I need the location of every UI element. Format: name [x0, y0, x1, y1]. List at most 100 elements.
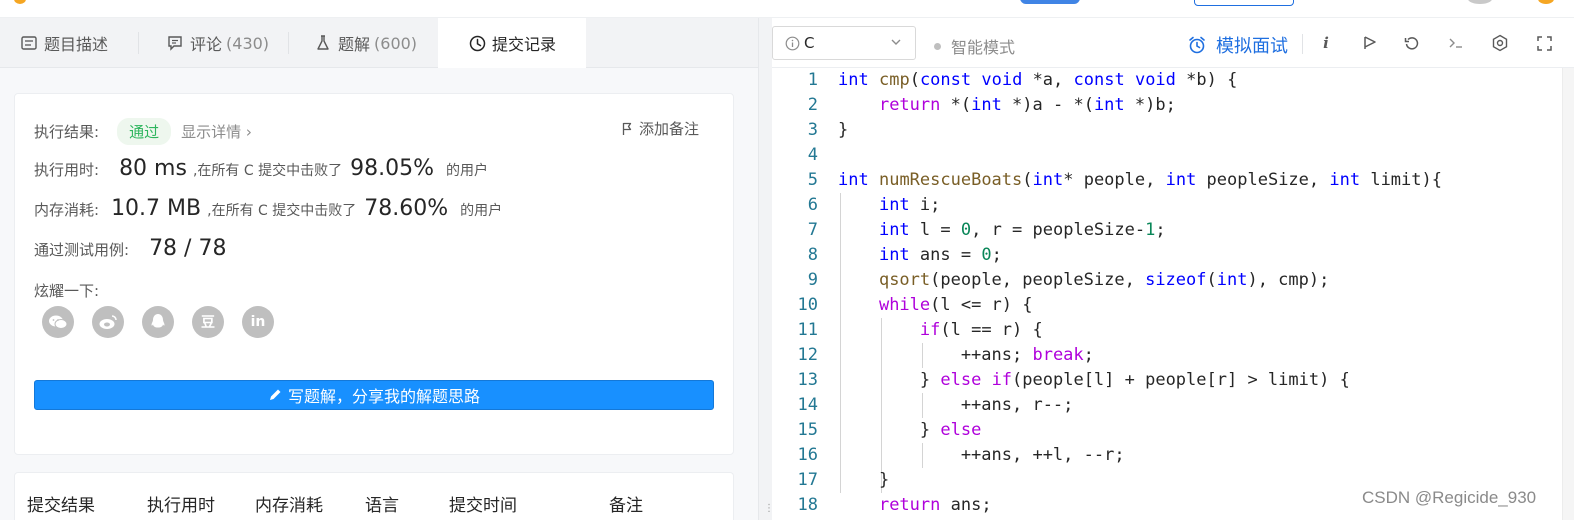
linkedin-glyph: in: [250, 314, 266, 330]
wechat-icon[interactable]: [42, 306, 74, 338]
tab-comments-label: 评论: [190, 35, 223, 54]
toolbar-separator: [1302, 34, 1303, 54]
reset-icon[interactable]: [1402, 33, 1422, 53]
fullscreen-icon[interactable]: [1534, 33, 1554, 53]
csdn-watermark: CSDN @Regicide_930: [1362, 488, 1537, 507]
code-line: 16 ++ans, ++l, --r;: [772, 443, 1562, 468]
panel-resize-handle[interactable]: ⋮: [758, 18, 774, 520]
code-text: int i;: [878, 195, 941, 215]
code-text: if(l == r) {: [919, 320, 1043, 340]
tests-label: 通过测试用例:: [34, 241, 130, 259]
runtime-percent: 98.05%: [350, 156, 434, 181]
code-line: 7 int l = 0, r = peopleSize-1;: [772, 218, 1562, 243]
pencil-icon: [268, 388, 282, 402]
tab-bar: 题目描述 评论 (430) 题解 (600) 提交记录: [0, 18, 758, 68]
code-text: return *(int *)a - *(int *)b;: [878, 95, 1176, 115]
tests-row: 通过测试用例: 78 / 78: [34, 236, 226, 261]
tab-comments[interactable]: 评论 (430): [146, 18, 288, 68]
line-number: 5: [807, 170, 818, 190]
linkedin-icon[interactable]: in: [242, 306, 274, 338]
terminal-icon[interactable]: [1446, 33, 1466, 53]
code-text: int cmp(const void *a, const void *b) {: [838, 70, 1238, 90]
line-number: 17: [797, 470, 818, 490]
col-result[interactable]: 提交结果: [27, 491, 95, 516]
col-language[interactable]: 语言: [365, 491, 399, 516]
line-number: 10: [797, 295, 818, 315]
code-line: 12 ++ans; break;: [772, 343, 1562, 368]
submissions-table-header: 提交结果 执行用时 内存消耗 语言 提交时间 备注: [14, 472, 734, 520]
code-text: ++ans, ++l, --r;: [838, 445, 1125, 465]
line-number: 2: [807, 95, 818, 115]
code-text: ++ans, r--;: [838, 395, 1074, 415]
editor-panel: C 智能模式 模拟面试 i 1 int cmp(const void *a, c…: [772, 18, 1574, 520]
smart-mode-dot: [934, 42, 941, 50]
language-select[interactable]: C: [772, 26, 916, 60]
weibo-icon[interactable]: [92, 306, 124, 338]
editor-scrollbar[interactable]: [1562, 68, 1574, 520]
add-note-button[interactable]: 添加备注: [622, 118, 699, 139]
top-blue-shape: [1020, 0, 1080, 4]
top-orange-dot: [14, 0, 26, 4]
settings-icon[interactable]: [1490, 33, 1510, 53]
runtime-beat-text: ,在所有 C 提交中击败了: [192, 163, 343, 179]
tests-value: 78 / 78: [149, 236, 227, 261]
line-number: 3: [807, 120, 818, 140]
share-buttons: 豆 in: [42, 306, 292, 338]
code-line: 9 qsort(people, peopleSize, sizeof(int),…: [772, 268, 1562, 293]
code-line: 8 int ans = 0;: [772, 243, 1562, 268]
tab-solutions[interactable]: 题解 (600): [294, 18, 438, 68]
write-solution-label: 写题解，分享我的解题思路: [287, 387, 480, 406]
line-number: 15: [797, 420, 818, 440]
code-line: 10 while(l <= r) {: [772, 293, 1562, 318]
line-number: 9: [807, 270, 818, 290]
code-text: } else if(people[l] + people[r] > limit)…: [838, 370, 1350, 390]
code-line: 13 } else if(people[l] + people[r] > lim…: [772, 368, 1562, 393]
line-number: 4: [807, 145, 818, 165]
col-runtime[interactable]: 执行用时: [147, 491, 215, 516]
col-memory[interactable]: 内存消耗: [255, 491, 323, 516]
smart-mode-toggle[interactable]: 智能模式: [934, 34, 1015, 58]
show-details-link[interactable]: 显示详情 ›: [181, 121, 252, 142]
top-gray-shape: [1468, 0, 1492, 4]
line-number: 12: [797, 345, 818, 365]
info-icon: [785, 36, 800, 51]
code-text: qsort(people, peopleSize, sizeof(int), c…: [878, 270, 1330, 290]
runtime-row: 执行用时: 80 ms ,在所有 C 提交中击败了 98.05% 的用户: [34, 156, 488, 181]
code-text: } else: [838, 420, 982, 440]
code-line: 11 if(l == r) {: [772, 318, 1562, 343]
code-text: int l = 0, r = peopleSize-1;: [878, 220, 1166, 240]
mock-interview-button[interactable]: 模拟面试: [1188, 32, 1288, 58]
douban-icon[interactable]: 豆: [192, 306, 224, 338]
share-label: 炫耀一下:: [34, 282, 100, 300]
info-italic-icon[interactable]: i: [1316, 33, 1336, 53]
col-submit-time[interactable]: 提交时间: [449, 491, 517, 516]
add-note-label: 添加备注: [638, 120, 699, 138]
tab-submissions[interactable]: 提交记录: [438, 18, 586, 68]
top-button-edge[interactable]: [1194, 0, 1294, 6]
write-solution-button[interactable]: 写题解，分享我的解题思路: [34, 380, 714, 410]
memory-percent: 78.60%: [364, 196, 449, 221]
code-line: 4: [772, 143, 1562, 168]
runtime-suffix: 的用户: [445, 163, 488, 179]
language-value: C: [804, 34, 815, 52]
run-icon[interactable]: [1360, 33, 1380, 53]
chevron-down-icon: [889, 35, 903, 52]
col-note[interactable]: 备注: [609, 491, 643, 516]
code-line: 3}: [772, 118, 1562, 143]
line-number: 11: [797, 320, 818, 340]
tab-separator: [138, 32, 139, 54]
code-line: 14 ++ans, r--;: [772, 393, 1562, 418]
runtime-label: 执行用时:: [34, 161, 100, 179]
code-editor[interactable]: 1 int cmp(const void *a, const void *b) {…: [772, 68, 1562, 520]
code-text: return ans;: [878, 495, 992, 515]
clock-icon: [468, 34, 486, 52]
exec-result-label: 执行结果:: [34, 123, 100, 141]
code-text: }: [838, 470, 890, 490]
flag-icon: [622, 122, 633, 136]
code-text: int numRescueBoats(int* people, int peop…: [838, 170, 1442, 190]
tab-description[interactable]: 题目描述: [0, 18, 138, 68]
runtime-value: 80 ms: [119, 156, 187, 181]
memory-row: 内存消耗: 10.7 MB ,在所有 C 提交中击败了 78.60% 的用户: [34, 196, 502, 221]
line-number: 7: [807, 220, 818, 240]
qq-icon[interactable]: [142, 306, 174, 338]
